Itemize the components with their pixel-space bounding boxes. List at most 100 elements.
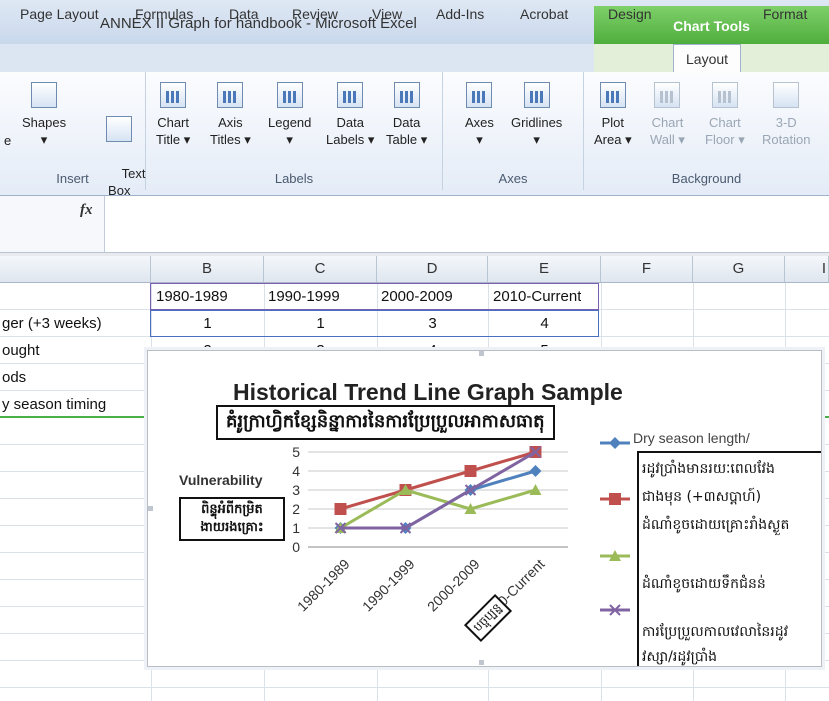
resize-handle[interactable]	[148, 506, 153, 511]
column-header-e[interactable]: E	[488, 256, 601, 282]
chart-floor-icon	[711, 82, 738, 108]
tab-page-layout[interactable]: Page Layout	[20, 6, 99, 22]
column-headers: B C D E F G I	[0, 256, 829, 283]
tab-data[interactable]: Data	[229, 6, 259, 22]
chart-object[interactable]: Historical Trend Line Graph Sample គំរូក…	[147, 350, 822, 667]
legend-khmer-line-2: ជាងមុន (+៣សប្តាហ៍)	[642, 489, 762, 505]
gridlines-button[interactable]: Gridlines ▾	[511, 82, 562, 148]
y-tick-label: 3	[292, 482, 300, 498]
gridlines-label: Gridlines ▾	[511, 115, 563, 147]
x-tick-label: 2000-2009	[424, 556, 483, 615]
row-label[interactable]: ought	[2, 337, 150, 364]
group-labels: Chart Title ▾ Axis Titles ▾ Legend ▾ Dat…	[146, 72, 443, 190]
insert-picture-button[interactable]: e	[4, 132, 11, 149]
y-tick-label: 2	[292, 501, 300, 517]
shapes-dropdown-arrow: ▾	[40, 132, 48, 147]
chart-title-button[interactable]: Chart Title ▾	[156, 82, 190, 148]
axes-button[interactable]: Axes ▾	[465, 82, 494, 148]
x-tick-label: 1980-1989	[294, 556, 353, 615]
data-point	[529, 465, 542, 477]
tab-review[interactable]: Review	[292, 6, 338, 22]
data-point	[464, 465, 477, 477]
group-insert: e Shapes ▾ Text Box Insert	[0, 72, 146, 198]
chart-title-icon	[160, 82, 187, 108]
data-table-button[interactable]: Data Table ▾	[386, 82, 427, 148]
data-labels-label: Data Labels ▾	[326, 115, 375, 147]
legend-khmer-line-6: វស្សា/រដូវប្រាំង	[642, 649, 718, 665]
data-table-icon	[393, 82, 420, 108]
shapes-button[interactable]: Shapes ▾	[22, 82, 66, 148]
row-label[interactable]: ger (+3 weeks)	[2, 310, 150, 337]
tab-formulas[interactable]: Formulas	[135, 6, 193, 22]
y-tick-label: 5	[292, 444, 300, 460]
value-range-highlight	[150, 310, 599, 337]
column-header-f[interactable]: F	[601, 256, 693, 282]
ribbon: e Shapes ▾ Text Box Insert Chart Title ▾ …	[0, 72, 829, 198]
plot-area-icon	[599, 82, 626, 108]
axis-titles-label: Axis Titles ▾	[210, 115, 251, 147]
group-background: Plot Area ▾ Chart Wall ▾ Chart Floor ▾ 3…	[584, 72, 829, 190]
data-labels-button[interactable]: Data Labels ▾	[326, 82, 374, 148]
text-box-icon	[106, 116, 133, 142]
legend-khmer-line-3: ដំណាំខូចដោយគ្រោះរាំងស្ងួត	[642, 517, 790, 533]
tab-acrobat[interactable]: Acrobat	[520, 6, 568, 22]
formula-input[interactable]	[104, 196, 829, 252]
chart-floor-button[interactable]: Chart Floor ▾	[705, 82, 745, 148]
y-tick-label: 1	[292, 520, 300, 536]
data-table-label: Data Table ▾	[386, 115, 428, 147]
resize-handle[interactable]	[479, 660, 484, 665]
chart-wall-label: Chart Wall ▾	[650, 115, 685, 147]
chart-floor-label: Chart Floor ▾	[705, 115, 745, 147]
legend-khmer-line-4: ដំណាំខូចដោយទឹកជំនន់	[642, 576, 766, 592]
chart-title-label: Chart Title ▾	[156, 115, 191, 147]
group-labels-label: Labels	[274, 171, 314, 186]
y-tick-label: 0	[292, 539, 300, 555]
legend-entry-1: Dry season length/	[633, 430, 750, 446]
x-tick-label: 1990-1999	[359, 556, 418, 615]
row-label[interactable]: y season timing	[2, 391, 150, 418]
tab-view[interactable]: View	[372, 6, 402, 22]
tab-format[interactable]: Format	[763, 6, 807, 22]
tab-design[interactable]: Design	[608, 6, 652, 22]
excel-window: ANNEX II Graph for handbook - Microsoft …	[0, 0, 829, 701]
tab-layout[interactable]: Layout	[673, 44, 742, 72]
data-point	[334, 503, 347, 515]
data-labels-icon	[337, 82, 364, 108]
row-label[interactable]: ods	[2, 364, 150, 391]
resize-handle[interactable]	[479, 351, 484, 356]
plot-area-button[interactable]: Plot Area ▾	[594, 82, 632, 148]
chart-wall-icon	[654, 82, 681, 108]
category-range-highlight	[150, 283, 599, 310]
y-tick-label: 4	[292, 463, 300, 479]
shapes-label: Shapes	[22, 115, 67, 130]
shapes-icon	[31, 82, 58, 108]
legend-icon	[276, 82, 303, 108]
column-header-d[interactable]: D	[377, 256, 488, 282]
3d-rotation-icon	[773, 82, 800, 108]
legend-label: Legend ▾	[268, 115, 312, 147]
column-header-b[interactable]: B	[151, 256, 264, 282]
column-header-i[interactable]: I	[785, 256, 829, 282]
legend-button[interactable]: Legend ▾	[268, 82, 311, 148]
legend-khmer-line-5: ការប្រែប្រួលកាលវេលានៃរដូវ	[642, 624, 789, 640]
formula-bar: fx	[0, 196, 829, 253]
chart-wall-button[interactable]: Chart Wall ▾	[650, 82, 685, 148]
axis-titles-button[interactable]: Axis Titles ▾	[210, 82, 251, 148]
3d-rotation-button[interactable]: 3-D Rotation	[762, 82, 810, 148]
group-axes: Axes ▾ Gridlines ▾ Axes	[443, 72, 584, 190]
axes-icon	[466, 82, 493, 108]
column-header-a[interactable]	[0, 256, 151, 282]
tab-add-ins[interactable]: Add-Ins	[436, 6, 484, 22]
column-header-g[interactable]: G	[693, 256, 785, 282]
column-header-c[interactable]: C	[264, 256, 377, 282]
group-axes-label: Axes	[498, 171, 528, 186]
group-insert-label: Insert	[56, 171, 89, 186]
legend-khmer-box: រដូវប្រាំងមានរយៈពេលវែង ជាងមុន (+៣សប្តាហ៍…	[637, 451, 821, 666]
legend-khmer-line-1: រដូវប្រាំងមានរយៈពេលវែង	[642, 461, 775, 477]
axis-titles-icon	[217, 82, 244, 108]
gridlines-icon	[523, 82, 550, 108]
insert-picture-label: e	[4, 133, 12, 148]
plot-area-label: Plot Area ▾	[594, 115, 632, 147]
3d-rotation-label: 3-D Rotation	[762, 115, 811, 147]
function-icon[interactable]: fx	[80, 202, 93, 219]
